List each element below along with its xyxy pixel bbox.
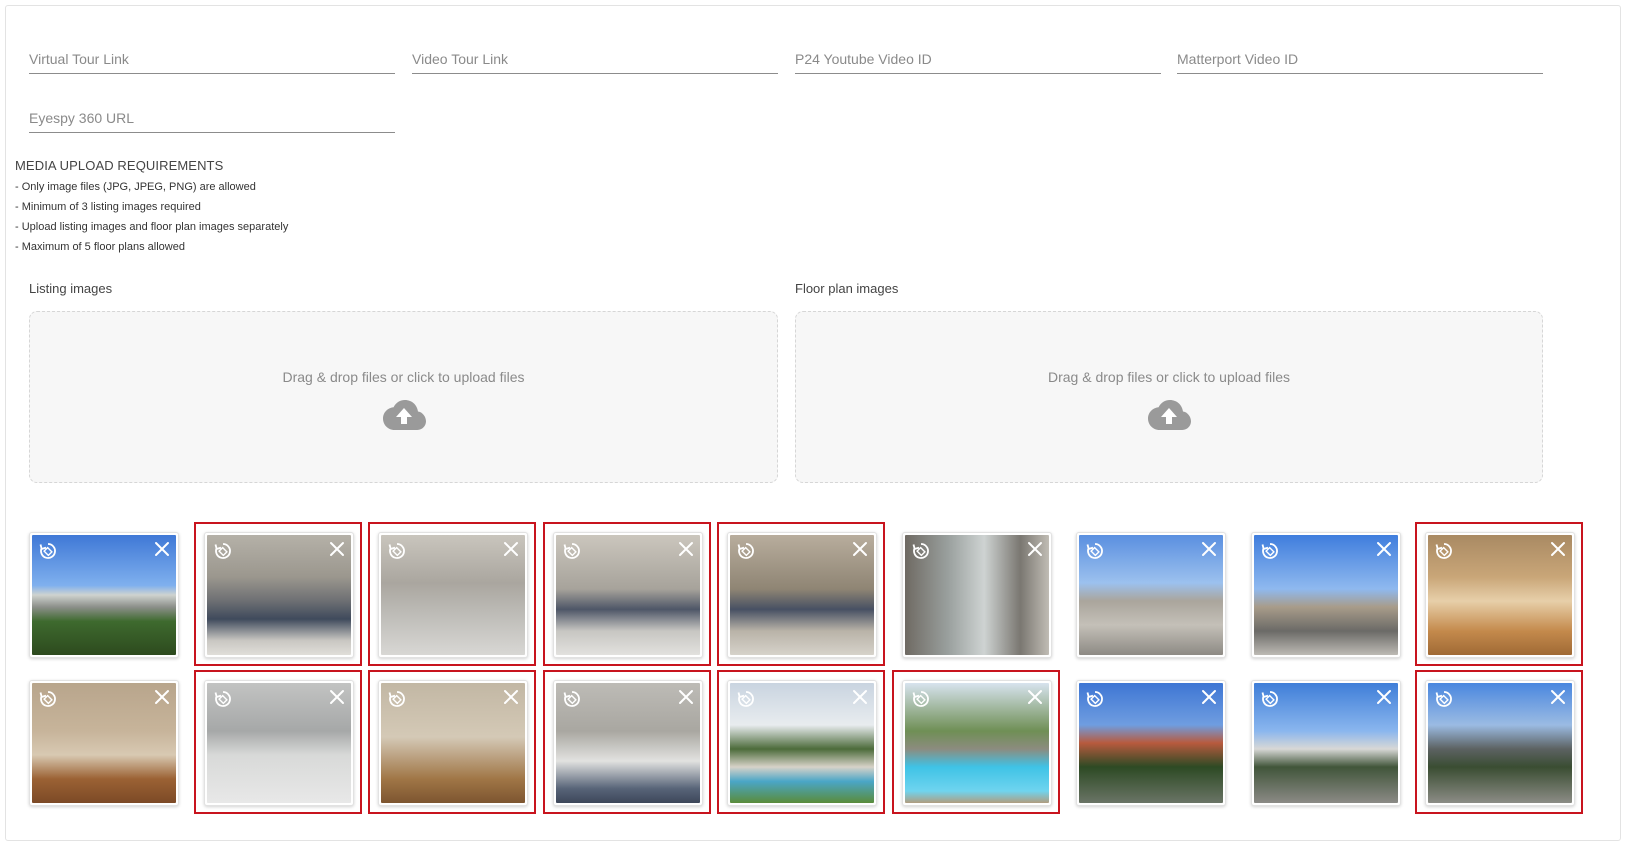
listing-image-thumbnail[interactable]: [727, 532, 877, 658]
virtual-tour-input[interactable]: [29, 47, 395, 71]
rotate-icon[interactable]: [736, 689, 756, 709]
eyespy-field: [29, 93, 395, 133]
close-icon[interactable]: [503, 689, 519, 705]
listing-images-label: Listing images: [29, 281, 113, 296]
rotate-icon[interactable]: [387, 541, 407, 561]
listing-image-thumbnail[interactable]: [1425, 680, 1575, 806]
close-icon[interactable]: [329, 541, 345, 557]
matterport-field: [1177, 34, 1543, 74]
close-icon[interactable]: [1550, 541, 1566, 557]
listing-image-thumbnail[interactable]: [378, 532, 528, 658]
rotate-icon[interactable]: [1434, 541, 1454, 561]
listing-image-thumbnail[interactable]: [29, 532, 179, 658]
rotate-icon[interactable]: [1085, 689, 1105, 709]
dropzone-text: Drag & drop files or click to upload fil…: [282, 369, 525, 385]
close-icon[interactable]: [1027, 689, 1043, 705]
cloud-upload-icon: [1148, 400, 1191, 430]
requirement-item: - Only image files (JPG, JPEG, PNG) are …: [15, 181, 256, 193]
rotate-icon[interactable]: [911, 689, 931, 709]
listing-image-thumbnail[interactable]: [727, 680, 877, 806]
rotate-icon[interactable]: [1085, 541, 1105, 561]
rotate-icon[interactable]: [38, 689, 58, 709]
close-icon[interactable]: [1550, 689, 1566, 705]
listing-image-thumbnail[interactable]: [1076, 680, 1226, 806]
requirement-item: - Maximum of 5 floor plans allowed: [15, 241, 185, 253]
close-icon[interactable]: [1027, 541, 1043, 557]
listing-image-thumbnail[interactable]: [1251, 680, 1401, 806]
close-icon[interactable]: [154, 689, 170, 705]
listing-image-thumbnail[interactable]: [902, 532, 1052, 658]
listing-image-thumbnail[interactable]: [902, 680, 1052, 806]
close-icon[interactable]: [1376, 689, 1392, 705]
eyespy-input[interactable]: [29, 106, 395, 130]
listing-image-thumbnail[interactable]: [553, 532, 703, 658]
rotate-icon[interactable]: [38, 541, 58, 561]
requirements-title: MEDIA UPLOAD REQUIREMENTS: [15, 158, 224, 173]
listing-images-dropzone[interactable]: Drag & drop files or click to upload fil…: [29, 311, 778, 483]
listing-image-thumbnail[interactable]: [29, 680, 179, 806]
p24-youtube-field: [795, 34, 1161, 74]
requirement-item: - Upload listing images and floor plan i…: [15, 221, 289, 233]
listing-image-thumbnail[interactable]: [1251, 532, 1401, 658]
rotate-icon[interactable]: [562, 541, 582, 561]
rotate-icon[interactable]: [911, 541, 931, 561]
video-tour-field: [412, 34, 778, 74]
floor-plan-images-dropzone[interactable]: Drag & drop files or click to upload fil…: [795, 311, 1543, 483]
rotate-icon[interactable]: [213, 689, 233, 709]
listing-image-thumbnail[interactable]: [553, 680, 703, 806]
matterport-input[interactable]: [1177, 47, 1543, 71]
cloud-upload-icon: [382, 400, 426, 430]
listing-image-thumbnail[interactable]: [204, 680, 354, 806]
close-icon[interactable]: [1201, 689, 1217, 705]
close-icon[interactable]: [1376, 541, 1392, 557]
video-tour-input[interactable]: [412, 47, 778, 71]
close-icon[interactable]: [852, 689, 868, 705]
rotate-icon[interactable]: [736, 541, 756, 561]
dropzone-text: Drag & drop files or click to upload fil…: [1048, 369, 1290, 385]
listing-image-thumbnail[interactable]: [1425, 532, 1575, 658]
rotate-icon[interactable]: [1434, 689, 1454, 709]
requirement-item: - Minimum of 3 listing images required: [15, 201, 201, 213]
rotate-icon[interactable]: [1260, 541, 1280, 561]
close-icon[interactable]: [852, 541, 868, 557]
virtual-tour-field: [29, 34, 395, 74]
listing-image-thumbnail[interactable]: [1076, 532, 1226, 658]
close-icon[interactable]: [678, 689, 694, 705]
rotate-icon[interactable]: [1260, 689, 1280, 709]
close-icon[interactable]: [154, 541, 170, 557]
p24-youtube-input[interactable]: [795, 47, 1161, 71]
floor-plan-images-label: Floor plan images: [795, 281, 899, 296]
close-icon[interactable]: [329, 689, 345, 705]
rotate-icon[interactable]: [213, 541, 233, 561]
rotate-icon[interactable]: [562, 689, 582, 709]
rotate-icon[interactable]: [387, 689, 407, 709]
close-icon[interactable]: [1201, 541, 1217, 557]
listing-image-thumbnail[interactable]: [204, 532, 354, 658]
listing-image-thumbnail[interactable]: [378, 680, 528, 806]
close-icon[interactable]: [503, 541, 519, 557]
close-icon[interactable]: [678, 541, 694, 557]
